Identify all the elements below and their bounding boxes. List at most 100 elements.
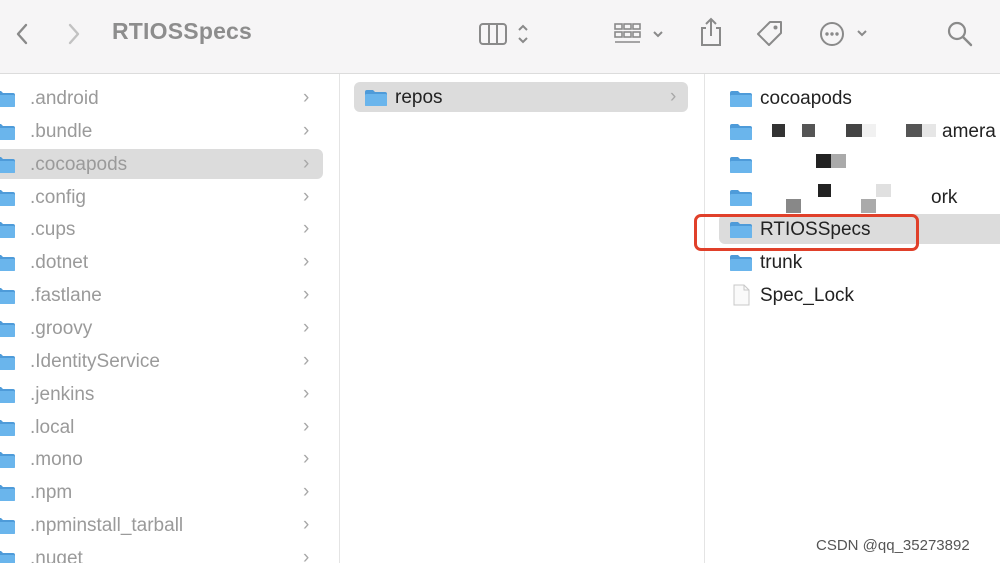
folder-label: .bundle bbox=[30, 120, 93, 142]
sidebar-folder-row[interactable]: .jenkins › bbox=[0, 379, 330, 409]
folder-label: .local bbox=[30, 416, 75, 438]
highlight-box bbox=[694, 214, 919, 251]
folder-icon bbox=[0, 156, 15, 173]
redaction-block bbox=[846, 124, 862, 137]
column-repos[interactable]: cocoapods amera ork RTIOSSpecs trunk Spec_Loc… bbox=[705, 74, 1000, 563]
folder-label: .dotnet bbox=[30, 252, 89, 274]
document-icon bbox=[733, 284, 750, 306]
sidebar-folder-row[interactable]: .groovy › bbox=[0, 313, 330, 343]
folder-label: .nuget bbox=[30, 547, 83, 563]
chevron-right-icon: › bbox=[303, 284, 310, 306]
redaction-block bbox=[906, 124, 922, 137]
folder-icon bbox=[0, 452, 15, 469]
chevron-right-icon: › bbox=[303, 119, 310, 141]
folder-icon bbox=[365, 90, 387, 106]
column-home[interactable]: .android › .bundle › .cocoapods › .config › .cup… bbox=[0, 74, 340, 563]
sidebar-folder-row[interactable]: .bundle › bbox=[0, 116, 330, 146]
more-actions-icon[interactable] bbox=[818, 20, 872, 48]
folder-icon bbox=[0, 353, 15, 370]
redaction-block bbox=[861, 199, 876, 213]
chevron-right-icon: › bbox=[303, 316, 310, 338]
sidebar-folder-row[interactable]: .cocoapods › bbox=[0, 148, 323, 179]
folder-icon bbox=[730, 255, 752, 272]
folder-icon bbox=[0, 189, 15, 206]
search-icon[interactable] bbox=[946, 20, 974, 48]
chevron-right-icon[interactable] bbox=[66, 22, 82, 46]
folder-icon bbox=[730, 156, 752, 173]
chevron-left-icon[interactable] bbox=[14, 22, 30, 46]
folder-icon bbox=[730, 123, 752, 140]
folder-label: .fastlane bbox=[30, 285, 102, 307]
folder-row[interactable]: repos › bbox=[354, 82, 688, 112]
redaction-block bbox=[772, 124, 785, 137]
chevron-right-icon: › bbox=[303, 251, 310, 273]
sidebar-folder-row[interactable]: .android › bbox=[0, 83, 330, 113]
folder-icon bbox=[0, 550, 15, 563]
redaction-block bbox=[862, 124, 876, 137]
group-grid-icon[interactable] bbox=[612, 21, 668, 47]
sidebar-folder-row[interactable]: .cups › bbox=[0, 214, 330, 244]
folder-row[interactable]: cocoapods bbox=[705, 83, 1000, 113]
file-label: Spec_Lock bbox=[760, 285, 855, 307]
redaction-block bbox=[802, 124, 815, 137]
folder-label: .mono bbox=[30, 449, 83, 471]
redaction-block bbox=[818, 184, 831, 197]
folder-row[interactable] bbox=[705, 149, 1000, 179]
folder-label: .npm bbox=[30, 482, 73, 504]
folder-icon bbox=[0, 222, 15, 239]
folder-label: .npminstall_tarball bbox=[30, 515, 184, 537]
folder-label: .config bbox=[30, 186, 86, 208]
file-row[interactable]: Spec_Lock bbox=[705, 280, 1000, 310]
folder-icon bbox=[0, 320, 15, 337]
chevron-right-icon: › bbox=[303, 546, 310, 563]
chevron-right-icon: › bbox=[303, 448, 310, 470]
redaction-block bbox=[786, 199, 801, 213]
folder-label: repos bbox=[395, 87, 443, 108]
chevron-right-icon: › bbox=[303, 87, 310, 108]
column-cocoapods[interactable]: repos › bbox=[340, 74, 705, 563]
chevron-right-icon: › bbox=[303, 218, 310, 240]
sidebar-folder-row[interactable]: .npminstall_tarball › bbox=[0, 510, 330, 540]
chevron-right-icon: › bbox=[303, 152, 310, 174]
sidebar-folder-row[interactable]: .dotnet › bbox=[0, 247, 330, 277]
window-title: RTIOSSpecs bbox=[112, 18, 253, 44]
sidebar-folder-row[interactable]: .mono › bbox=[0, 444, 330, 474]
chevron-right-icon: › bbox=[303, 382, 310, 404]
folder-label: ork bbox=[931, 186, 958, 208]
folder-icon bbox=[0, 518, 15, 535]
folder-icon bbox=[0, 123, 15, 140]
folder-label: amera bbox=[942, 120, 996, 142]
folder-icon bbox=[0, 288, 15, 305]
sidebar-folder-row[interactable]: .config › bbox=[0, 182, 330, 212]
column-view-icon[interactable] bbox=[478, 21, 534, 47]
watermark: CSDN @qq_35273892 bbox=[816, 537, 970, 554]
folder-label: .IdentityService bbox=[30, 350, 160, 372]
sidebar-folder-row[interactable]: .IdentityService › bbox=[0, 346, 330, 376]
tag-icon[interactable] bbox=[754, 19, 786, 49]
sidebar-folder-row[interactable]: .nuget › bbox=[0, 543, 330, 563]
folder-icon bbox=[0, 386, 15, 403]
redaction-block bbox=[831, 154, 846, 168]
sidebar-folder-row[interactable]: .fastlane › bbox=[0, 280, 330, 310]
folder-label: .android bbox=[30, 88, 99, 109]
folder-icon bbox=[0, 485, 15, 502]
folder-label: .cups bbox=[30, 219, 76, 241]
folder-row[interactable]: ork bbox=[705, 182, 1000, 212]
chevron-right-icon: › bbox=[670, 86, 677, 107]
chevron-right-icon: › bbox=[303, 514, 310, 536]
sidebar-folder-row[interactable]: .npm › bbox=[0, 477, 330, 507]
folder-icon bbox=[0, 91, 15, 107]
folder-row[interactable]: trunk bbox=[705, 247, 1000, 277]
finder-toolbar: RTIOSSpecs bbox=[0, 0, 1000, 74]
redaction-block bbox=[816, 154, 831, 168]
folder-label: trunk bbox=[760, 252, 803, 274]
folder-icon bbox=[0, 419, 15, 436]
redaction-block bbox=[876, 184, 891, 197]
folder-label: .groovy bbox=[30, 317, 93, 339]
folder-label: cocoapods bbox=[760, 88, 852, 109]
chevron-right-icon: › bbox=[303, 185, 310, 207]
share-icon[interactable] bbox=[698, 16, 724, 48]
folder-icon bbox=[730, 189, 752, 206]
chevron-right-icon: › bbox=[303, 415, 310, 437]
sidebar-folder-row[interactable]: .local › bbox=[0, 412, 330, 442]
